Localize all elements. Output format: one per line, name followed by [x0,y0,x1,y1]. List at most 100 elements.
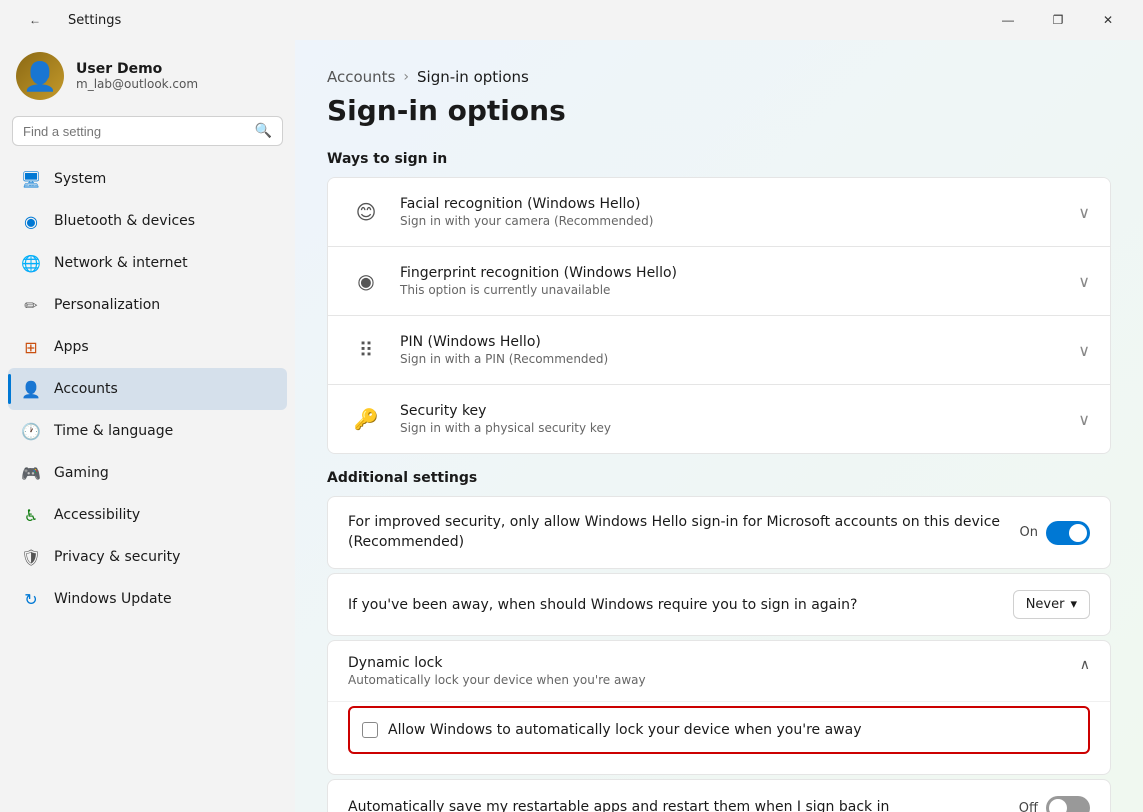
sidebar-item-label-time: Time & language [54,423,173,439]
bluetooth-icon: ◉ [20,210,42,232]
facial-subtitle: Sign in with your camera (Recommended) [400,214,1078,228]
close-button[interactable]: ✕ [1085,4,1131,36]
sign-in-again-text: If you've been away, when should Windows… [348,597,1013,613]
auto-lock-label: Allow Windows to automatically lock your… [388,722,861,738]
user-section: 👤 User Demo m_lab@outlook.com [8,40,287,116]
sidebar: 👤 User Demo m_lab@outlook.com 🔍 🖥 System ◉… [0,40,295,812]
system-icon: 🖥 [20,168,42,190]
sidebar-item-label-apps: Apps [54,339,89,355]
sidebar-item-label-accessibility: Accessibility [54,507,140,523]
restart-apps-toggle-knob [1049,799,1067,812]
sidebar-item-label-update: Windows Update [54,591,172,607]
securitykey-text: Security key Sign in with a physical secu… [400,403,1078,435]
sidebar-item-accounts[interactable]: 👤 Accounts [8,368,287,410]
main-content: Accounts › Sign-in options Sign-in optio… [295,40,1143,812]
sign-in-methods-group: 😊 Facial recognition (Windows Hello) Sign … [327,177,1111,454]
dynamic-lock-section: Dynamic lock Automatically lock your dev… [327,640,1111,775]
hello-only-row: For improved security, only allow Window… [327,496,1111,569]
securitykey-title: Security key [400,403,1078,419]
pin-chevron-icon: ∨ [1078,341,1090,360]
avatar: 👤 [16,52,64,100]
breadcrumb-current: Sign-in options [417,68,529,86]
breadcrumb-sep: › [403,69,409,85]
sidebar-item-label-bluetooth: Bluetooth & devices [54,213,195,229]
dynamic-lock-header[interactable]: Dynamic lock Automatically lock your dev… [328,641,1110,701]
sidebar-item-time[interactable]: 🕐Time & language [8,410,287,452]
search-icon: 🔍 [255,123,272,139]
sign-in-again-value: Never [1026,597,1065,612]
title-bar: ← Settings — ❐ ✕ [0,0,1143,40]
sidebar-item-label-privacy: Privacy & security [54,549,180,565]
hello-only-toggle[interactable] [1046,521,1090,545]
sidebar-item-label-accounts: Accounts [54,381,118,397]
pin-subtitle: Sign in with a PIN (Recommended) [400,352,1078,366]
search-input[interactable] [23,124,247,139]
restart-apps-toggle-label: Off [1019,801,1038,812]
dynamic-lock-chevron-icon: ∧ [1080,655,1090,673]
fingerprint-chevron-icon: ∨ [1078,272,1090,291]
sidebar-item-personalization[interactable]: ✏Personalization [8,284,287,326]
securitykey-chevron-icon: ∨ [1078,410,1090,429]
avatar-icon: 👤 [23,60,58,93]
sidebar-item-privacy[interactable]: 🛡 Privacy & security [8,536,287,578]
apps-icon: ⊞ [20,336,42,358]
sidebar-item-label-network: Network & internet [54,255,188,271]
nav-container: 🖥 System ◉ Bluetooth & devices 🌐 Network & in… [8,158,287,620]
network-icon: 🌐 [20,252,42,274]
accounts-icon: 👤 [20,378,42,400]
restart-apps-toggle[interactable] [1046,796,1090,812]
sign-in-card-pin[interactable]: ⠿PIN (Windows Hello)Sign in with a PIN (… [328,316,1110,385]
maximize-button[interactable]: ❐ [1035,4,1081,36]
dropdown-chevron-icon: ▾ [1070,597,1077,612]
sidebar-item-label-personalization: Personalization [54,297,160,313]
title-bar-left: ← Settings [12,4,121,36]
page-title: Sign-in options [327,94,1111,127]
fingerprint-text: Fingerprint recognition (Windows Hello)T… [400,265,1078,297]
sidebar-item-system[interactable]: 🖥 System [8,158,287,200]
sidebar-item-accessibility[interactable]: ♿ Accessibility [8,494,287,536]
facial-chevron-icon: ∨ [1078,203,1090,222]
dynamic-lock-header-text: Dynamic lock Automatically lock your dev… [348,655,1080,687]
privacy-icon: 🛡 [20,546,42,568]
sidebar-item-apps[interactable]: ⊞ Apps [8,326,287,368]
hello-only-text: For improved security, only allow Window… [348,513,1020,552]
accessibility-icon: ♿ [20,504,42,526]
sidebar-item-label-gaming: Gaming [54,465,109,481]
breadcrumb-parent[interactable]: Accounts [327,68,395,86]
sign-in-card-securitykey[interactable]: 🔑 Security key Sign in with a physical sec… [328,385,1110,453]
search-box[interactable]: 🔍 [12,116,283,146]
app-title: Settings [68,13,121,28]
fingerprint-subtitle: This option is currently unavailable [400,283,1078,297]
sidebar-item-gaming[interactable]: 🎮Gaming [8,452,287,494]
securitykey-icon: 🔑 [348,401,384,437]
user-info: User Demo m_lab@outlook.com [76,61,198,91]
sidebar-item-label-system: System [54,171,106,187]
sign-in-card-fingerprint[interactable]: ◉ Fingerprint recognition (Windows Hello)… [328,247,1110,316]
auto-lock-checkbox[interactable] [362,722,378,738]
restart-apps-text: Automatically save my restartable apps a… [348,798,1019,812]
sign-in-card-facial[interactable]: 😊 Facial recognition (Windows Hello) Sign … [328,178,1110,247]
facial-icon: 😊 [348,194,384,230]
sidebar-item-network[interactable]: 🌐 Network & internet [8,242,287,284]
fingerprint-icon: ◉ [348,263,384,299]
hello-only-toggle-knob [1069,524,1087,542]
back-button[interactable]: ← [12,4,58,36]
pin-icon: ⠿ [348,332,384,368]
user-email: m_lab@outlook.com [76,77,198,91]
minimize-button[interactable]: — [985,4,1031,36]
sign-in-again-row: If you've been away, when should Windows… [327,573,1111,636]
securitykey-subtitle: Sign in with a physical security key [400,421,1078,435]
update-icon: ↻ [20,588,42,610]
ways-to-sign-in-title: Ways to sign in [327,151,1111,167]
sign-in-again-dropdown[interactable]: Never ▾ [1013,590,1090,619]
sidebar-item-update[interactable]: ↻ Windows Update [8,578,287,620]
auto-lock-checkbox-row[interactable]: Allow Windows to automatically lock your… [348,706,1090,754]
sidebar-item-bluetooth[interactable]: ◉ Bluetooth & devices [8,200,287,242]
dynamic-lock-subtitle: Automatically lock your device when you'… [348,673,1080,687]
title-bar-controls: — ❐ ✕ [985,4,1131,36]
facial-text: Facial recognition (Windows Hello) Sign i… [400,196,1078,228]
facial-title: Facial recognition (Windows Hello) [400,196,1078,212]
restart-apps-row: Automatically save my restartable apps a… [327,779,1111,812]
app-body: 👤 User Demo m_lab@outlook.com 🔍 🖥 System ◉… [0,40,1143,812]
additional-settings: Additional settings For improved securit… [327,470,1111,812]
